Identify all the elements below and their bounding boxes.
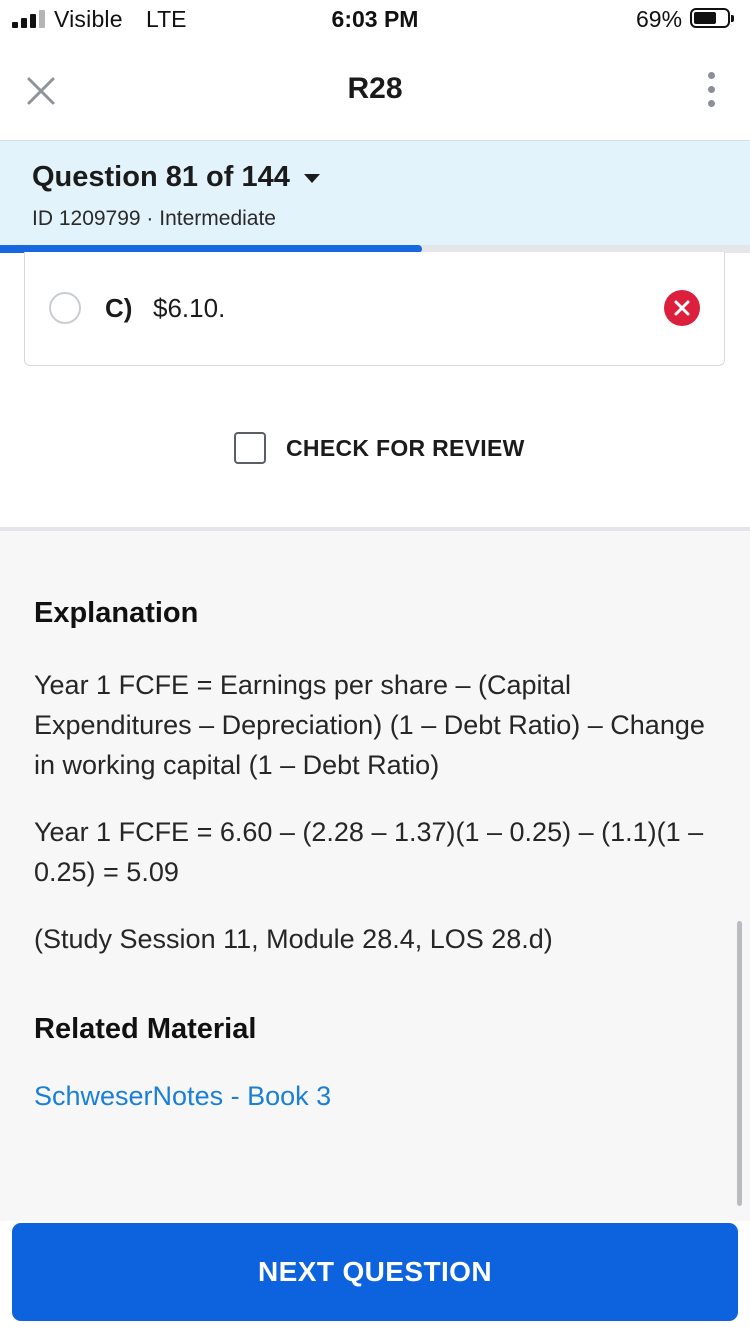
review-checkbox[interactable] bbox=[234, 432, 266, 464]
related-material-link[interactable]: SchweserNotes - Book 3 bbox=[34, 1081, 331, 1112]
next-question-button[interactable]: NEXT QUESTION bbox=[12, 1223, 738, 1321]
incorrect-icon bbox=[664, 290, 700, 326]
radio-button[interactable] bbox=[49, 292, 81, 324]
scrollbar[interactable] bbox=[737, 921, 742, 1206]
explanation-panel: Explanation Year 1 FCFE = Earnings per s… bbox=[0, 531, 750, 1221]
more-options-button[interactable] bbox=[700, 70, 724, 110]
battery-percentage: 69% bbox=[636, 6, 683, 32]
explanation-paragraph: Year 1 FCFE = 6.60 – (2.28 – 1.37)(1 – 0… bbox=[34, 817, 704, 887]
explanation-body: Year 1 FCFE = Earnings per share – (Capi… bbox=[34, 665, 718, 986]
question-number: Question 81 of 144 bbox=[32, 161, 290, 193]
option-letter: C) bbox=[105, 293, 133, 323]
answer-option-c[interactable]: C) $6.10. bbox=[24, 252, 725, 366]
question-meta: ID 1209799 · Intermediate bbox=[32, 207, 276, 230]
review-label: CHECK FOR REVIEW bbox=[286, 434, 525, 461]
related-material-heading: Related Material bbox=[34, 1013, 257, 1045]
caret-down-icon bbox=[303, 174, 320, 183]
explanation-heading: Explanation bbox=[34, 597, 199, 629]
battery-icon bbox=[690, 8, 734, 28]
explanation-reference: (Study Session 11, Module 28.4, LOS 28.d… bbox=[34, 924, 553, 954]
page-title: R28 bbox=[347, 72, 403, 105]
option-text: $6.10. bbox=[153, 293, 226, 323]
bottom-bar: NEXT QUESTION bbox=[0, 1221, 750, 1334]
more-vertical-icon bbox=[708, 72, 715, 79]
check-for-review-toggle[interactable]: CHECK FOR REVIEW bbox=[234, 432, 525, 464]
app-header: R28 bbox=[0, 40, 750, 141]
explanation-paragraph: Year 1 FCFE = Earnings per share – (Capi… bbox=[34, 670, 705, 780]
question-banner: Question 81 of 144 ID 1209799 · Intermed… bbox=[0, 141, 750, 245]
question-selector-dropdown[interactable]: Question 81 of 144 bbox=[32, 161, 320, 194]
status-bar: Visible LTE 6:03 PM 69% bbox=[0, 0, 750, 40]
